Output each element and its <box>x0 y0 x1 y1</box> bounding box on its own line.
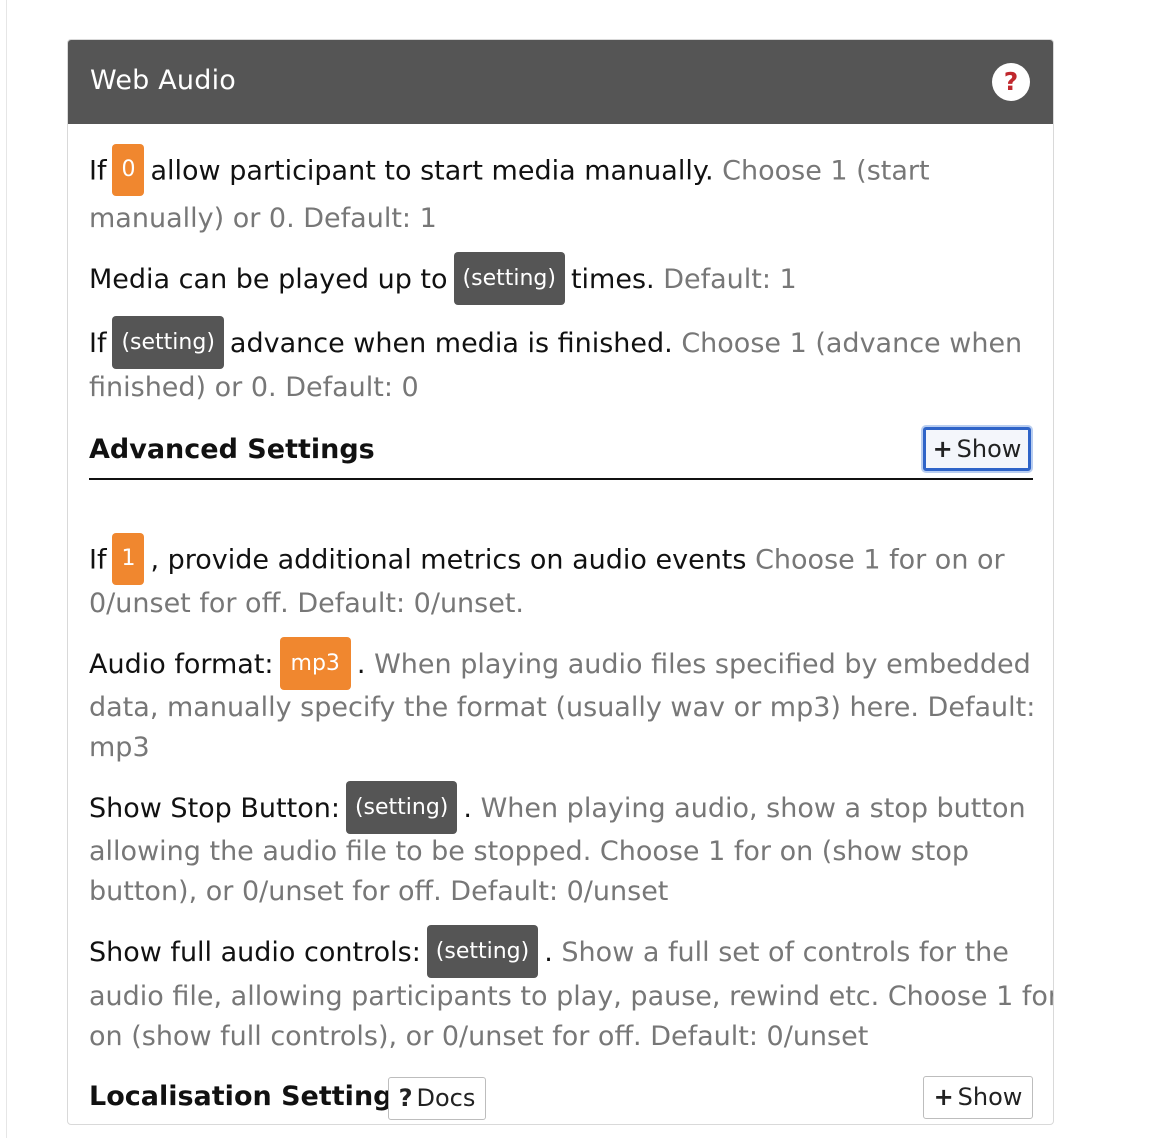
localisation-settings-header: Localisation Settings ? Docs + Show <box>89 1072 1033 1124</box>
advanced-setting-row: If 1, provide additional metrics on audio… <box>89 533 1005 587</box>
help-icon[interactable]: ? <box>992 63 1030 101</box>
setting-value[interactable]: (setting) <box>345 781 458 834</box>
setting-row: If 0 allow participant to start media manu… <box>89 144 930 198</box>
setting-row: If (setting) advance when media is finishe… <box>89 316 1023 371</box>
setting-hint-cont: finished) or 0. Default: 0 <box>89 372 419 403</box>
setting-prefix: Show full audio controls: <box>89 937 421 968</box>
advanced-settings-header: Advanced Settings + Show <box>89 424 1033 480</box>
setting-value[interactable]: 0 <box>112 144 145 196</box>
show-label: Show <box>957 1083 1023 1111</box>
docs-label: Docs <box>416 1084 476 1112</box>
panel-header: Web Audio ? <box>68 40 1053 124</box>
setting-hint-cont: manually) or 0. Default: 1 <box>89 203 437 234</box>
setting-description: . <box>544 937 553 968</box>
setting-hint-cont: audio file, allowing participants to pla… <box>89 981 1054 1012</box>
setting-hint-cont: 0/unset for off. Default: 0/unset. <box>89 588 525 619</box>
docs-button[interactable]: ? Docs <box>388 1077 486 1120</box>
setting-hint-cont: data, manually specify the format (usual… <box>89 692 1036 723</box>
setting-hint: When playing audio files specified by em… <box>374 649 1031 680</box>
advanced-setting-row: Show Stop Button: (setting). When playing… <box>89 781 1026 836</box>
setting-description: , provide additional metrics on audio ev… <box>150 544 747 576</box>
advanced-setting-row: Show full audio controls: (setting). Show… <box>89 925 1009 980</box>
setting-hint: Default: 1 <box>663 264 797 295</box>
localisation-settings-title: Localisation Settings <box>89 1081 409 1112</box>
setting-description: . <box>463 793 472 824</box>
setting-hint: When playing audio, show a stop button <box>480 793 1026 824</box>
advanced-show-button[interactable]: + Show <box>923 427 1031 471</box>
setting-prefix: If <box>89 328 107 359</box>
panel-title: Web Audio <box>90 65 236 96</box>
setting-row: Media can be played up to (setting) times.… <box>89 252 797 307</box>
setting-prefix: Media can be played up to <box>89 264 448 295</box>
setting-hint: Show a full set of controls for the <box>561 937 1009 968</box>
question-icon: ? <box>398 1084 413 1112</box>
setting-description: times. <box>570 264 655 295</box>
setting-description: . <box>356 649 366 680</box>
setting-prefix: Audio format: <box>89 649 274 680</box>
left-divider <box>6 0 7 1138</box>
setting-prefix: If <box>89 544 107 576</box>
setting-description: allow participant to start media manuall… <box>150 155 714 187</box>
setting-description: advance when media is finished. <box>229 328 673 359</box>
setting-hint: Choose 1 (start <box>722 155 930 187</box>
setting-value[interactable]: 1 <box>112 533 145 585</box>
setting-hint-cont: on (show full controls), or 0/unset for … <box>89 1021 869 1052</box>
setting-hint: Choose 1 for on or <box>755 544 1005 576</box>
setting-prefix: Show Stop Button: <box>89 793 340 824</box>
setting-value[interactable]: (setting) <box>453 252 565 305</box>
setting-value[interactable]: (setting) <box>426 925 539 978</box>
setting-prefix: If <box>89 155 107 187</box>
setting-hint-cont: allowing the audio file to be stopped. C… <box>89 836 970 867</box>
setting-value[interactable]: mp3 <box>279 637 351 690</box>
plus-icon: + <box>932 435 953 463</box>
web-audio-panel: Web Audio ? If 0 allow participant to star… <box>67 39 1054 1125</box>
setting-hint-cont: mp3 <box>89 732 150 763</box>
advanced-settings-title: Advanced Settings <box>89 434 375 465</box>
setting-hint: Choose 1 (advance when <box>681 328 1023 359</box>
localisation-show-button[interactable]: + Show <box>923 1076 1033 1119</box>
plus-icon: + <box>933 1083 954 1111</box>
advanced-setting-row: Audio format: mp3. When playing audio fil… <box>89 637 1031 692</box>
setting-value[interactable]: (setting) <box>112 316 224 369</box>
setting-hint-cont: button), or 0/unset for off. Default: 0/… <box>89 876 669 907</box>
show-label: Show <box>956 435 1022 463</box>
